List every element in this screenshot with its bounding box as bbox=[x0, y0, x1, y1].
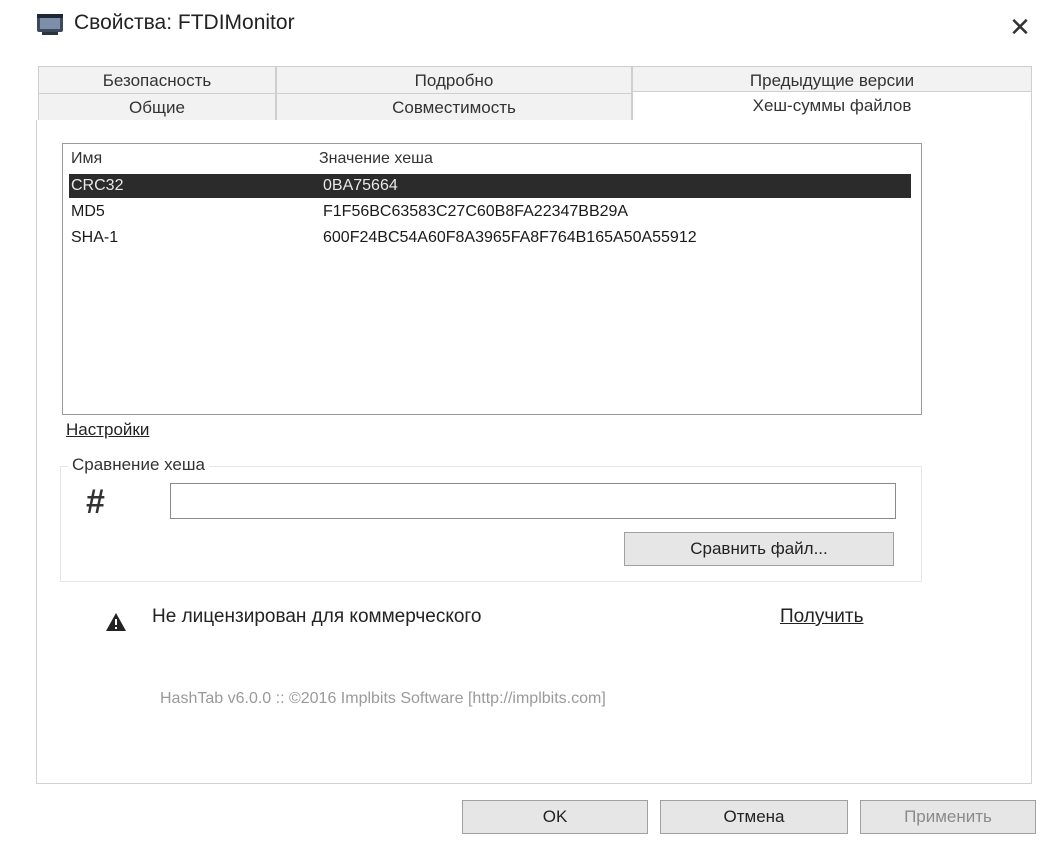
get-license-link[interactable]: Получить bbox=[780, 606, 864, 628]
tab-security[interactable]: Безопасность bbox=[38, 66, 276, 94]
tab-file-hashes[interactable]: Хеш-суммы файлов bbox=[632, 91, 1032, 121]
title-bar: Свойства: FTDIMonitor ✕ bbox=[0, 0, 1046, 50]
about-text: HashTab v6.0.0 :: ©2016 Implbits Softwar… bbox=[160, 690, 606, 707]
hash-name: CRC32 bbox=[71, 177, 124, 194]
hash-list[interactable]: Имя Значение хеша CRC32 0BA75664 MD5 F1F… bbox=[62, 143, 922, 415]
hash-name: MD5 bbox=[71, 203, 105, 220]
window-title: Свойства: FTDIMonitor bbox=[74, 11, 295, 34]
hash-row-md5[interactable]: MD5 F1F56BC63583C27C60B8FA22347BB29A bbox=[69, 200, 911, 224]
settings-link[interactable]: Настройки bbox=[66, 420, 149, 440]
compare-file-button[interactable]: Сравнить файл... bbox=[624, 532, 894, 566]
tab-general[interactable]: Общие bbox=[38, 93, 276, 121]
tab-compatibility[interactable]: Совместимость bbox=[276, 93, 632, 121]
hash-compare-input[interactable] bbox=[170, 483, 896, 519]
tab-details[interactable]: Подробно bbox=[276, 66, 632, 94]
ok-button[interactable]: OK bbox=[462, 800, 648, 834]
app-window-icon bbox=[37, 14, 63, 35]
hash-row-sha1[interactable]: SHA-1 600F24BC54A60F8A3965FA8F764B165A50… bbox=[69, 226, 911, 250]
close-button[interactable]: ✕ bbox=[1003, 12, 1037, 42]
cancel-button[interactable]: Отмена bbox=[660, 800, 848, 834]
hash-value: 0BA75664 bbox=[323, 177, 398, 194]
column-header-name[interactable]: Имя bbox=[71, 150, 102, 168]
warning-icon bbox=[106, 613, 126, 631]
tab-previous-versions[interactable]: Предыдущие версии bbox=[632, 66, 1032, 94]
properties-dialog: Свойства: FTDIMonitor ✕ Безопасность Под… bbox=[0, 0, 1046, 841]
apply-button[interactable]: Применить bbox=[860, 800, 1036, 834]
hash-name: SHA-1 bbox=[71, 229, 119, 246]
hash-value: F1F56BC63583C27C60B8FA22347BB29A bbox=[323, 203, 629, 220]
hash-compare-group-label: Сравнение хеша bbox=[68, 455, 209, 475]
hash-row-crc32[interactable]: CRC32 0BA75664 bbox=[69, 174, 911, 198]
column-header-hash-value[interactable]: Значение хеша bbox=[319, 150, 433, 168]
hash-icon: # bbox=[86, 483, 105, 521]
hash-value: 600F24BC54A60F8A3965FA8F764B165A50A55912 bbox=[323, 229, 697, 246]
license-warning-text: Не лицензирован для коммерческого bbox=[152, 606, 482, 627]
